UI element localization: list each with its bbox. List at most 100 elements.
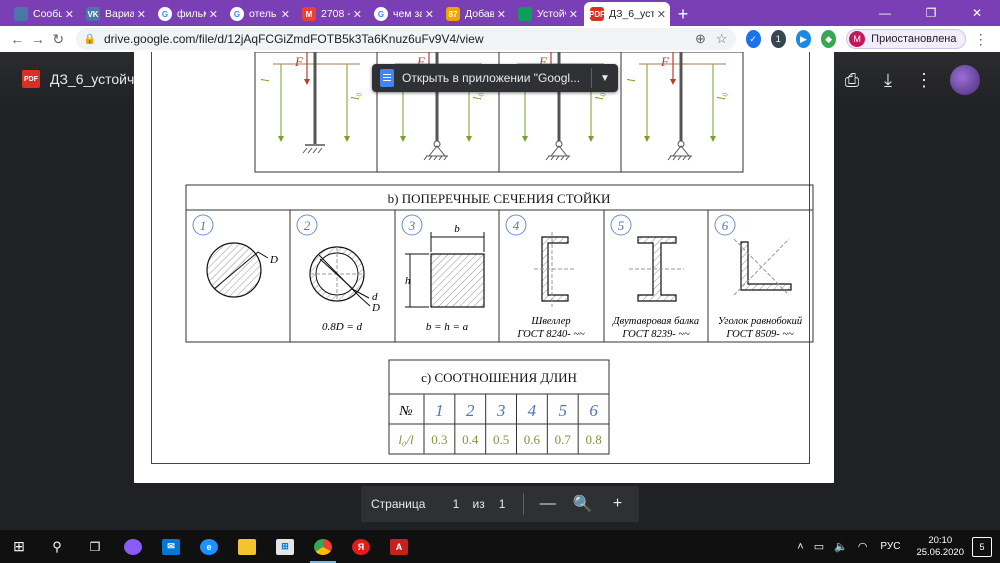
store-icon: ⊞	[276, 538, 294, 555]
section-number: 6	[722, 218, 729, 233]
close-tab-icon[interactable]: ✕	[353, 8, 362, 21]
forward-icon[interactable]: →	[29, 28, 48, 50]
new-tab-button[interactable]: +	[672, 2, 694, 26]
taskbar: ⊞ ⚲ ❒ ✉ e ⊞ Я A ˄ ▭ 🔈 ◠ РУС 20:10 25.06.…	[0, 530, 1000, 563]
vk-icon: VK	[86, 7, 100, 21]
mail-icon: ✉	[162, 538, 180, 555]
browser-tab[interactable]: Gфильмы 20✕	[152, 2, 222, 26]
restore-icon[interactable]: ❐	[908, 0, 954, 26]
dim-label: D	[371, 302, 380, 314]
support-figure: Fl l₀	[258, 52, 362, 154]
start-button[interactable]: ⊞	[0, 530, 38, 563]
google-icon: G	[374, 7, 388, 21]
section-standard: ГОСТ 8239- ~~	[621, 329, 690, 340]
dim-label: b	[454, 223, 460, 235]
taskbar-app-acrobat[interactable]: A	[380, 530, 418, 563]
close-tab-icon[interactable]: ✕	[137, 8, 146, 21]
effective-length-label: l₀	[470, 92, 484, 100]
section-channel	[534, 232, 574, 307]
page-number-input[interactable]: 1	[445, 497, 466, 511]
address-bar[interactable]: 🔒 drive.google.com/file/d/12jAqFCGiZmdFO…	[75, 28, 736, 50]
volume-icon[interactable]: 🔈	[834, 540, 848, 553]
menu-icon[interactable]: ⋮	[972, 28, 991, 50]
network-icon[interactable]: ▭	[814, 540, 824, 553]
extension-shield-icon[interactable]: ✓	[745, 30, 761, 48]
extension-green-icon[interactable]: ◆	[821, 30, 837, 48]
browser-tab[interactable]: M 2708 - Вход✕	[296, 2, 366, 26]
section-caption: Двутавровая балка	[612, 316, 699, 327]
taskbar-app-chrome[interactable]	[304, 530, 342, 563]
close-tab-icon[interactable]: ✕	[209, 8, 218, 21]
taskbar-app-explorer[interactable]	[228, 530, 266, 563]
tab-title: фильмы 20	[177, 8, 206, 20]
chevron-down-icon[interactable]: ▼	[592, 73, 618, 84]
browser-tab[interactable]: Сообщени✕	[8, 2, 78, 26]
browser-tab[interactable]: Gчем заняты✕	[368, 2, 438, 26]
section-standard: ГОСТ 8240- ~~	[516, 329, 585, 340]
minimize-icon[interactable]: —	[862, 0, 908, 26]
zoom-out-button[interactable]: —	[534, 490, 561, 518]
search-button[interactable]: ⚲	[38, 530, 76, 563]
extension-badge-icon[interactable]: 1	[770, 30, 786, 48]
task-view-icon: ❒	[89, 539, 101, 554]
section-caption: Уголок равнобокий	[718, 316, 803, 327]
more-icon[interactable]: ⋮	[906, 64, 942, 96]
avatar[interactable]	[950, 65, 980, 95]
close-tab-icon[interactable]: ✕	[569, 8, 578, 21]
section-caption: Швеллер	[530, 316, 570, 327]
ratios-header: c) СООТНОШЕНИЯ ДЛИН	[421, 370, 577, 385]
zoom-in-button[interactable]: +	[604, 490, 631, 518]
close-tab-icon[interactable]: ✕	[281, 8, 290, 21]
pdf-page: Fll₀Fll₀Fll₀Fll₀ b) ПОПЕРЕЧНЫЕ СЕЧЕНИЯ С…	[134, 52, 834, 483]
browser-tab[interactable]: Устойчиво✕	[512, 2, 582, 26]
pdf-icon: PDF	[589, 7, 605, 21]
open-with-button[interactable]: Открыть в приложении "Googl... ▼	[372, 64, 618, 92]
close-tab-icon[interactable]: ✕	[657, 8, 666, 21]
taskbar-app-alice[interactable]	[114, 530, 152, 563]
language-indicator[interactable]: РУС	[880, 541, 900, 552]
close-tab-icon[interactable]: ✕	[65, 8, 74, 21]
url-text[interactable]: drive.google.com/file/d/12jAqFCGiZmdFOTB…	[104, 32, 685, 46]
browser-tab[interactable]: PDF ДЗ_6_устой✕	[584, 2, 670, 26]
extension-play-icon[interactable]: ▶	[795, 30, 812, 48]
chevron-up-icon[interactable]: ˄	[797, 541, 803, 553]
profile-button[interactable]: M Приостановлена	[846, 29, 966, 49]
taskbar-app-edge[interactable]: e	[190, 530, 228, 563]
notifications-button[interactable]: 5	[972, 536, 992, 557]
section-number: 5	[618, 218, 625, 233]
dim-label: h	[405, 275, 411, 287]
google-icon: G	[158, 7, 172, 21]
zoom-icon[interactable]: ⊕	[695, 31, 706, 47]
section-caption: b = h = a	[426, 321, 469, 333]
back-icon[interactable]: ←	[8, 28, 27, 50]
system-tray: ˄ ▭ 🔈 ◠ РУС 20:10 25.06.2020 5	[792, 530, 1000, 563]
zoom-icon[interactable]: 🔍	[569, 490, 596, 518]
task-view-button[interactable]: ❒	[76, 530, 114, 563]
ratio-row-label: №	[398, 404, 412, 419]
screen: Сообщени✕VKВарианты✕Gфильмы 20✕Gотель бе…	[0, 0, 1000, 563]
taskbar-app-yandex[interactable]: Я	[342, 530, 380, 563]
pdf-icon: PDF	[22, 70, 40, 88]
taskbar-app-mail[interactable]: ✉	[152, 530, 190, 563]
tab-title: чем заняты	[393, 8, 422, 20]
ratio-value: 0.5	[493, 432, 509, 447]
ratio-value: 0.6	[524, 432, 541, 447]
taskbar-app-store[interactable]: ⊞	[266, 530, 304, 563]
close-icon[interactable]: ✕	[954, 0, 1000, 26]
browser-tab[interactable]: VK Варианты✕	[80, 2, 150, 26]
download-icon[interactable]: ⤓	[870, 64, 906, 96]
close-tab-icon[interactable]: ✕	[497, 8, 506, 21]
close-tab-icon[interactable]: ✕	[425, 8, 434, 21]
browser-tab[interactable]: 87 Добавлени✕	[440, 2, 510, 26]
bookmark-star-icon[interactable]: ☆	[716, 31, 728, 47]
section-square: b h	[405, 223, 485, 308]
print-icon[interactable]: ⎙	[834, 64, 870, 96]
clock[interactable]: 20:10 25.06.2020	[916, 535, 964, 559]
wifi-icon[interactable]: ◠	[858, 540, 868, 553]
load-label: F	[294, 54, 304, 69]
section-number: 3	[408, 218, 416, 233]
ratio-number: 3	[496, 401, 506, 420]
browser-tab[interactable]: Gотель белг✕	[224, 2, 294, 26]
reload-icon[interactable]: ↻	[49, 28, 68, 50]
ratio-value: 0.7	[555, 432, 572, 447]
